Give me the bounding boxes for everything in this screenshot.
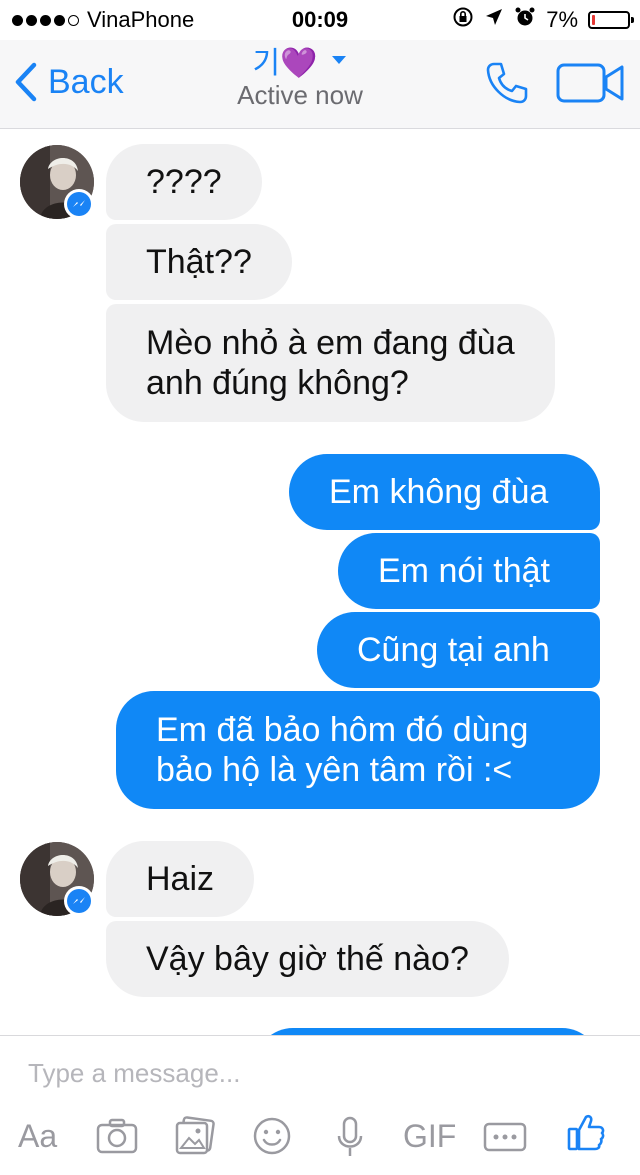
camera-icon xyxy=(96,1118,138,1154)
voice-button[interactable] xyxy=(336,1116,364,1163)
phone-call-button[interactable] xyxy=(484,60,530,111)
battery-icon xyxy=(588,11,634,29)
chevron-left-icon xyxy=(15,62,37,102)
messenger-icon xyxy=(73,897,85,904)
message-bubble-incoming[interactable]: Haiz xyxy=(106,841,255,917)
message-bubble-incoming[interactable]: Thật?? xyxy=(106,224,292,300)
message-bubble-incoming[interactable]: Mèo nhỏ à em đang đùa anh đúng không? xyxy=(106,304,555,422)
video-call-button[interactable] xyxy=(556,62,626,109)
gallery-button[interactable] xyxy=(174,1116,216,1161)
emoji-icon xyxy=(253,1117,291,1155)
messenger-icon xyxy=(73,200,85,207)
emoji-button[interactable] xyxy=(252,1116,292,1161)
message-bubble-outgoing[interactable]: Em nói thật xyxy=(338,533,600,609)
back-label: Back xyxy=(48,62,124,101)
messenger-badge xyxy=(64,189,94,219)
message-bubble-incoming[interactable]: Vậy bây giờ thế nào? xyxy=(106,921,509,997)
battery-percent: 7% xyxy=(546,7,578,32)
message-bubble-incoming[interactable]: ???? xyxy=(106,144,262,220)
message-thread[interactable]: ???? Thật?? Mèo nhỏ à em đang đùa anh đú… xyxy=(0,129,640,1035)
alarm-icon xyxy=(514,6,536,34)
message-composer: Type a message... Aa GIF xyxy=(0,1035,640,1175)
message-bubble-outgoing[interactable]: Em đã bảo hôm đó dùng bảo hộ là yên tâm … xyxy=(116,691,600,809)
message-bubble-outgoing-partial[interactable] xyxy=(255,1028,600,1035)
caret-down-icon xyxy=(332,56,347,64)
back-button[interactable]: Back xyxy=(14,62,124,102)
composer-toolbar: Aa GIF xyxy=(0,1116,640,1166)
thumbs-up-icon xyxy=(567,1114,605,1151)
text-format-button[interactable]: Aa xyxy=(18,1118,57,1155)
phone-icon xyxy=(486,62,528,104)
camera-button[interactable] xyxy=(96,1118,138,1159)
contact-name: 기💜 xyxy=(252,47,318,80)
status-bar: VinaPhone 00:09 7% xyxy=(0,0,640,40)
message-bubble-outgoing[interactable]: Cũng tại anh xyxy=(317,612,600,688)
status-right: 7% xyxy=(452,6,634,34)
rotation-lock-icon xyxy=(452,6,474,34)
like-button[interactable] xyxy=(566,1112,606,1157)
battery-fill xyxy=(592,15,595,25)
message-input[interactable]: Type a message... xyxy=(28,1058,240,1089)
conversation-header: Back 기💜 Active now xyxy=(0,40,640,129)
microphone-icon xyxy=(337,1116,363,1156)
location-icon xyxy=(484,7,504,33)
video-camera-icon xyxy=(556,63,624,103)
more-button[interactable] xyxy=(483,1122,527,1157)
conversation-title[interactable]: 기💜 Active now xyxy=(200,40,400,111)
gif-button[interactable]: GIF xyxy=(403,1118,456,1155)
message-bubble-outgoing[interactable]: Em không đùa xyxy=(289,454,600,530)
more-icon xyxy=(483,1122,527,1152)
active-status: Active now xyxy=(237,80,363,110)
gallery-icon xyxy=(175,1116,215,1155)
messenger-badge xyxy=(64,886,94,916)
